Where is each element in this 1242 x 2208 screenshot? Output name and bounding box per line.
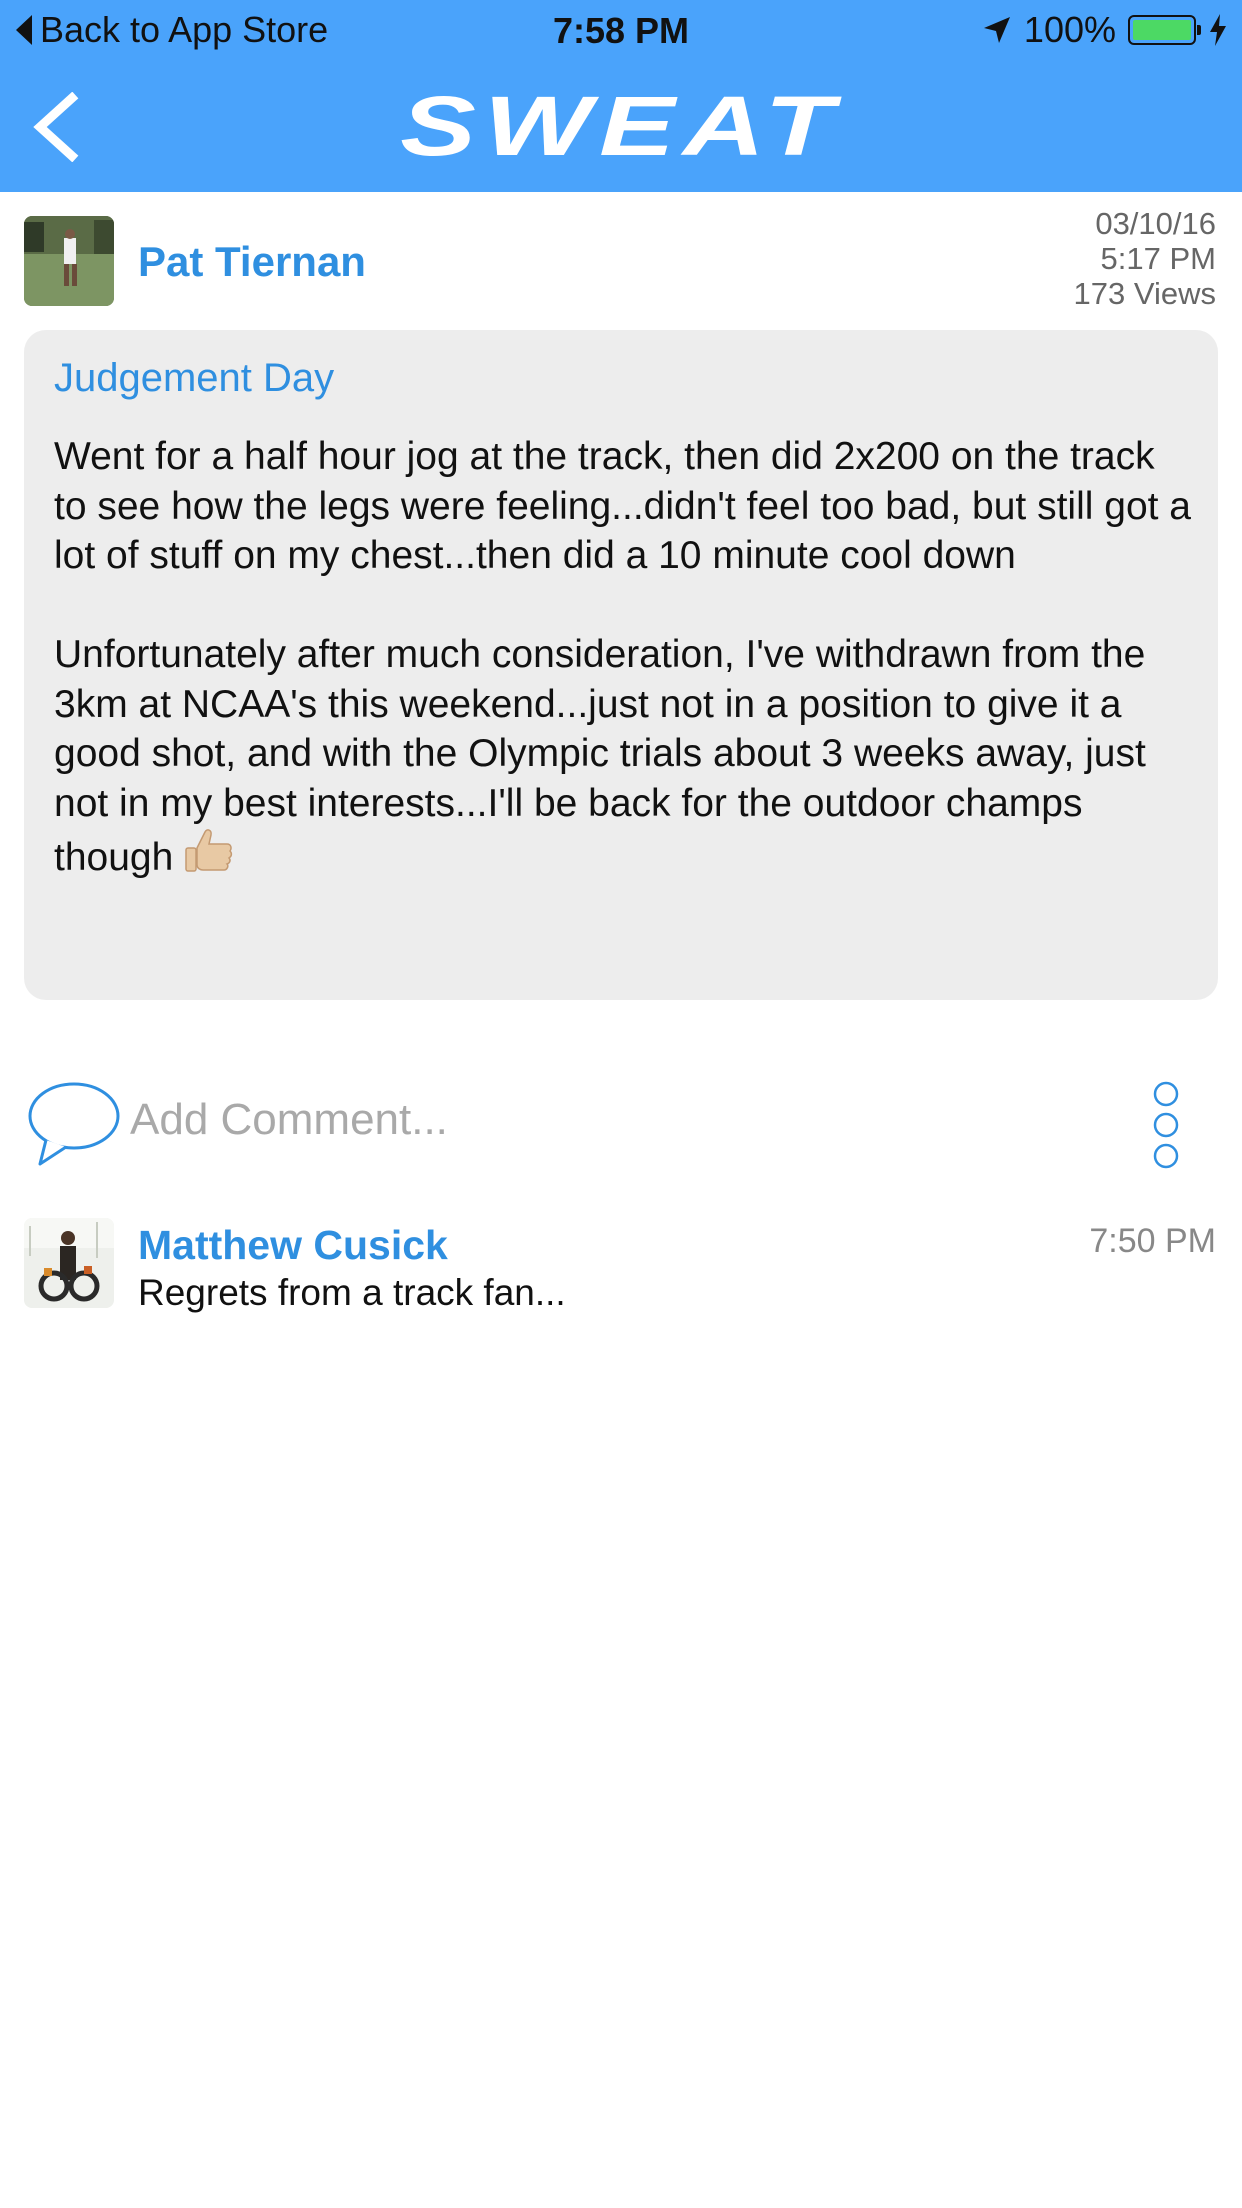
comment-text: Regrets from a track fan... bbox=[138, 1272, 566, 1313]
speech-bubble-icon[interactable] bbox=[26, 1080, 122, 1166]
status-bar: Back to App Store 7:58 PM 100% bbox=[0, 0, 1242, 60]
post-paragraph: Unfortunately after much consideration, … bbox=[54, 630, 1194, 883]
post-date: 03/10/16 bbox=[1095, 206, 1216, 241]
post-header: Pat Tiernan 03/10/16 5:17 PM 173 Views bbox=[0, 192, 1242, 332]
brand-logo: SWEAT bbox=[400, 79, 842, 173]
post-title: Judgement Day bbox=[54, 356, 335, 400]
comment-item: Matthew Cusick Regrets from a track fan.… bbox=[0, 1210, 1242, 1320]
battery-icon bbox=[1128, 15, 1201, 45]
comment-time: 7:50 PM bbox=[1089, 1222, 1216, 1260]
add-comment-input[interactable] bbox=[130, 1092, 1030, 1148]
commenter-avatar[interactable] bbox=[24, 1218, 114, 1308]
charging-bolt-icon bbox=[1210, 14, 1226, 46]
post-body: Went for a half hour jog at the track, t… bbox=[54, 432, 1194, 932]
post-views: 173 Views bbox=[1073, 276, 1216, 311]
more-options-icon[interactable] bbox=[1150, 1078, 1182, 1172]
post-time: 5:17 PM bbox=[1100, 241, 1216, 276]
post-card: Judgement Day Went for a half hour jog a… bbox=[24, 330, 1218, 1000]
author-name[interactable]: Pat Tiernan bbox=[138, 238, 366, 286]
commenter-name[interactable]: Matthew Cusick bbox=[138, 1222, 448, 1269]
battery-fill bbox=[1133, 20, 1191, 40]
author-avatar[interactable] bbox=[24, 216, 114, 306]
location-arrow-icon bbox=[983, 17, 1010, 43]
post-paragraph: Went for a half hour jog at the track, t… bbox=[54, 435, 1191, 577]
thumbs-up-icon bbox=[185, 829, 233, 872]
status-right-group: 100% bbox=[982, 9, 1228, 50]
battery-percent: 100% bbox=[1023, 9, 1116, 50]
comment-bar bbox=[0, 1070, 1242, 1170]
post-meta: 03/10/16 5:17 PM 173 Views bbox=[1074, 206, 1216, 311]
app-header: Back to App Store 7:58 PM 100% SWEAT bbox=[0, 0, 1242, 192]
